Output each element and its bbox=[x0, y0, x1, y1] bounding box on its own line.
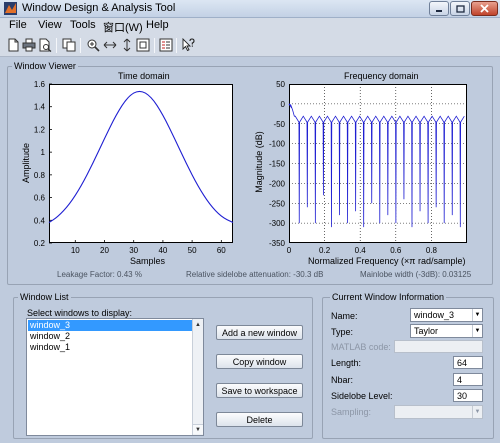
mainlobe-width-text: Mainlobe width (-3dB): 0.03125 bbox=[360, 270, 472, 279]
time-domain-xlabel: Samples bbox=[130, 256, 166, 266]
length-label: Length: bbox=[331, 358, 362, 368]
window-list-item[interactable]: window_3 bbox=[28, 320, 192, 331]
frequency-domain-plot-area[interactable] bbox=[289, 84, 467, 243]
matlab-code-field bbox=[394, 340, 483, 353]
listbox-scrollbar[interactable]: ▲ ▼ bbox=[192, 319, 203, 435]
time-domain-plot-area[interactable] bbox=[49, 84, 233, 243]
frequency-domain-title: Frequency domain bbox=[344, 71, 419, 81]
length-field[interactable]: 64 bbox=[453, 356, 483, 369]
print-icon[interactable] bbox=[22, 38, 36, 52]
menu-file[interactable]: File bbox=[9, 19, 27, 31]
type-value: Taylor bbox=[414, 326, 439, 336]
sidelobe-level-field[interactable]: 30 bbox=[453, 389, 483, 402]
minimize-icon bbox=[436, 9, 442, 12]
delete-window-button[interactable]: Delete bbox=[216, 412, 303, 427]
copy-window-button[interactable]: Copy window bbox=[216, 354, 303, 369]
menu-tools[interactable]: Tools bbox=[70, 19, 96, 31]
window-list-item[interactable]: window_1 bbox=[28, 342, 192, 353]
print-preview-icon[interactable] bbox=[38, 38, 52, 52]
sampling-select: ▼ bbox=[394, 405, 483, 419]
chevron-down-icon[interactable]: ▼ bbox=[472, 309, 482, 321]
save-to-workspace-button[interactable]: Save to workspace bbox=[216, 383, 303, 398]
select-windows-label: Select windows to display: bbox=[27, 308, 133, 318]
time-domain-ylabel: Amplitude bbox=[21, 142, 32, 184]
close-button[interactable] bbox=[471, 1, 498, 16]
frequency-domain-ylabel: Magnitude (dB) bbox=[253, 131, 264, 193]
window-list-title: Window List bbox=[18, 292, 71, 302]
chevron-down-icon[interactable]: ▼ bbox=[472, 325, 482, 337]
window-list-item[interactable]: window_2 bbox=[28, 331, 192, 342]
toolbar-separator bbox=[154, 38, 155, 53]
close-icon bbox=[480, 4, 489, 13]
scroll-up-icon[interactable]: ▲ bbox=[193, 320, 203, 330]
full-view-icon[interactable] bbox=[136, 38, 150, 52]
window-title: Window Design & Analysis Tool bbox=[22, 2, 176, 14]
menu-window[interactable]: 窗口(W) bbox=[103, 19, 143, 35]
toolbar-separator bbox=[176, 38, 177, 53]
matlab-code-label: MATLAB code: bbox=[331, 342, 391, 352]
window-viewer-title: Window Viewer bbox=[12, 61, 78, 71]
sidelobe-attenuation-text: Relative sidelobe attenuation: -30.3 dB bbox=[186, 270, 324, 279]
nbar-label: Nbar: bbox=[331, 375, 354, 385]
window-listbox[interactable]: window_3 window_2 window_1 ▲ ▼ bbox=[26, 318, 204, 436]
name-label: Name: bbox=[331, 311, 358, 321]
time-domain-title: Time domain bbox=[118, 71, 170, 81]
minimize-button[interactable] bbox=[429, 1, 449, 16]
leakage-factor-text: Leakage Factor: 0.43 % bbox=[57, 270, 142, 279]
frequency-domain-xlabel: Normalized Frequency (×π rad/sample) bbox=[308, 256, 466, 266]
sidelobe-level-label: Sidelobe Level: bbox=[331, 391, 393, 401]
copy-figure-icon[interactable] bbox=[62, 38, 76, 52]
nbar-field[interactable]: 4 bbox=[453, 373, 483, 386]
new-icon[interactable] bbox=[6, 38, 20, 52]
whats-this-icon[interactable] bbox=[181, 38, 195, 52]
menu-help[interactable]: Help bbox=[146, 19, 169, 31]
scroll-down-icon[interactable]: ▼ bbox=[193, 424, 203, 434]
type-label: Type: bbox=[331, 327, 354, 337]
add-window-button[interactable]: Add a new window bbox=[216, 325, 303, 340]
matlab-app-icon bbox=[4, 2, 17, 15]
menu-view[interactable]: View bbox=[38, 19, 62, 31]
zoom-in-icon[interactable] bbox=[86, 38, 100, 52]
maximize-icon bbox=[455, 4, 465, 13]
name-field[interactable]: window_3 ▼ bbox=[410, 308, 483, 322]
zoom-x-icon[interactable] bbox=[103, 38, 117, 52]
legend-icon[interactable] bbox=[159, 38, 173, 52]
type-select[interactable]: Taylor ▼ bbox=[410, 324, 483, 338]
toolbar-separator bbox=[80, 38, 81, 53]
name-value: window_3 bbox=[414, 310, 455, 320]
sampling-label: Sampling: bbox=[331, 407, 372, 417]
chevron-down-icon: ▼ bbox=[472, 406, 482, 418]
current-window-title: Current Window Information bbox=[330, 292, 447, 302]
zoom-y-icon[interactable] bbox=[120, 38, 134, 52]
maximize-button[interactable] bbox=[450, 1, 470, 16]
toolbar-separator bbox=[56, 38, 57, 53]
